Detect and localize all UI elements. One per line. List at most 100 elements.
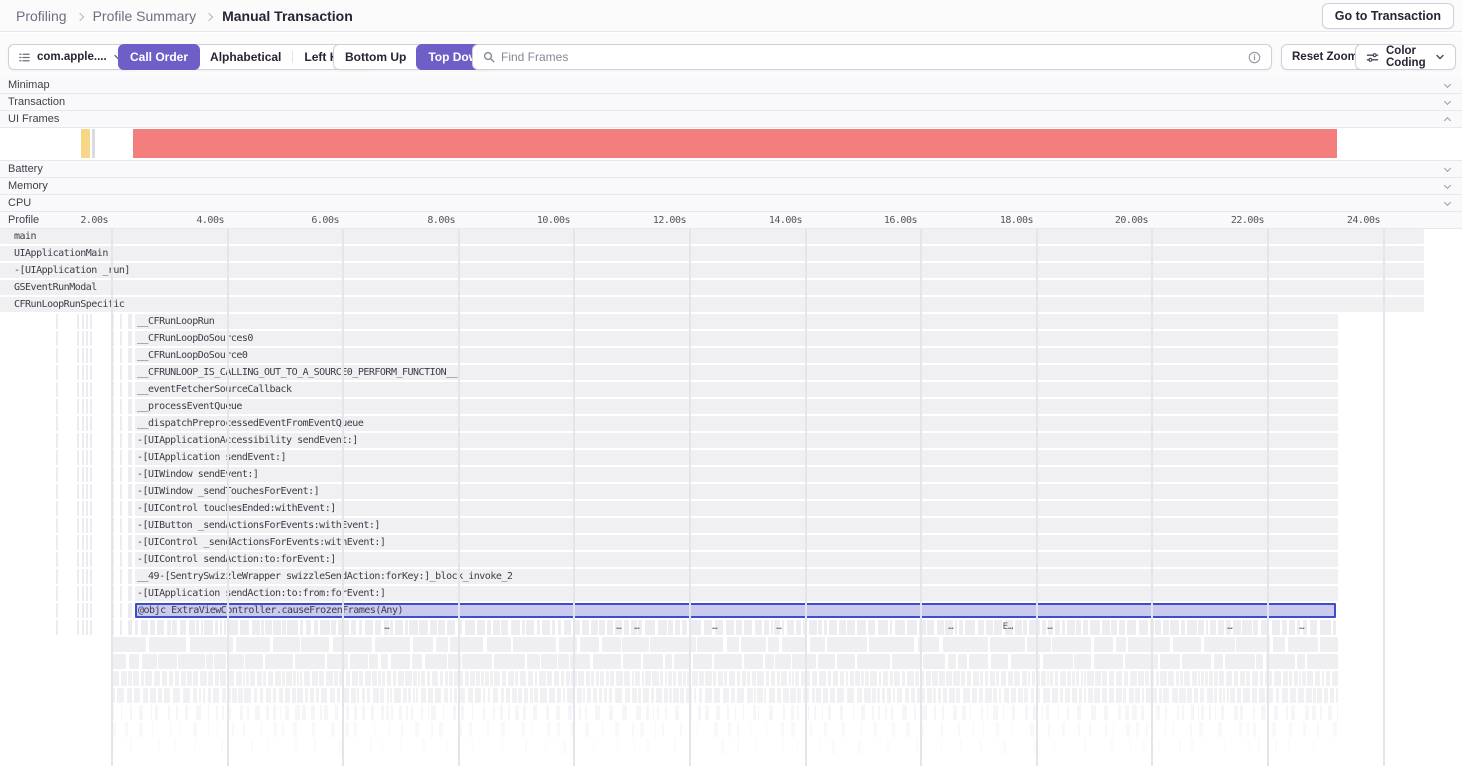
flame-frame-small[interactable] bbox=[1141, 705, 1144, 720]
flame-frame-small[interactable] bbox=[133, 671, 139, 686]
flame-frame-small[interactable] bbox=[602, 637, 621, 652]
flame-frame-small[interactable] bbox=[189, 620, 195, 635]
flame-frame-small[interactable] bbox=[324, 705, 328, 720]
flame-frame-small[interactable] bbox=[665, 654, 672, 669]
flame-frame-small[interactable] bbox=[829, 620, 837, 635]
flame-frame-small[interactable] bbox=[895, 620, 905, 635]
flame-frame-small[interactable] bbox=[121, 705, 122, 720]
flame-frame-small[interactable] bbox=[832, 739, 835, 754]
flame-frame-small[interactable] bbox=[469, 722, 472, 737]
section-transaction[interactable]: Transaction bbox=[0, 94, 1462, 111]
flame-frame-small[interactable] bbox=[187, 671, 192, 686]
flame-frame-small[interactable] bbox=[878, 620, 888, 635]
flame-frame-small[interactable] bbox=[1078, 722, 1080, 737]
flame-frame-small[interactable] bbox=[1116, 671, 1122, 686]
flame-frame-small[interactable] bbox=[173, 688, 180, 703]
flame-frame-small[interactable] bbox=[615, 722, 619, 737]
flame-frame-small[interactable] bbox=[1065, 688, 1070, 703]
flame-frame-small[interactable] bbox=[828, 705, 831, 720]
flame-frame-small[interactable] bbox=[766, 722, 767, 737]
flame-frame-small[interactable] bbox=[1116, 688, 1122, 703]
flame-frame-small[interactable] bbox=[545, 739, 546, 754]
flame-frame[interactable]: -[UIControl touchesEnded:withEvent:] bbox=[135, 501, 1338, 516]
flame-frame-small[interactable] bbox=[622, 637, 649, 652]
flame-frame-small[interactable] bbox=[282, 620, 286, 635]
flame-frame-small[interactable] bbox=[872, 688, 876, 703]
flame-frame-small[interactable] bbox=[391, 654, 410, 669]
flame-frame-small[interactable] bbox=[1072, 671, 1075, 686]
flame-frame-small[interactable] bbox=[824, 620, 827, 635]
flame-frame-small[interactable] bbox=[846, 671, 848, 686]
flame-frame-small[interactable] bbox=[632, 688, 637, 703]
flame-frame-small[interactable] bbox=[1276, 688, 1279, 703]
flame-frame-small[interactable] bbox=[238, 688, 243, 703]
flame-frame-small[interactable] bbox=[737, 688, 744, 703]
flame-frame-small[interactable] bbox=[112, 637, 146, 652]
flame-frame-small[interactable] bbox=[1067, 705, 1069, 720]
direction-bottom-up[interactable]: Bottom Up bbox=[334, 45, 417, 69]
flame-frame-small[interactable] bbox=[840, 671, 844, 686]
flame-frame-small[interactable] bbox=[558, 620, 561, 635]
flame-frame-small[interactable] bbox=[1126, 722, 1130, 737]
flame-frame-small[interactable] bbox=[1153, 688, 1157, 703]
flame-frame-small[interactable] bbox=[151, 705, 152, 720]
flame-frame-small[interactable] bbox=[222, 705, 224, 720]
flame-frame-small[interactable] bbox=[320, 620, 330, 635]
flame-frame-small[interactable] bbox=[902, 705, 907, 720]
flame-frame-small[interactable] bbox=[243, 671, 245, 686]
flame-frame-small[interactable] bbox=[737, 722, 739, 737]
flame-frame-small[interactable] bbox=[1179, 688, 1186, 703]
flame-frame-small[interactable] bbox=[194, 739, 195, 754]
flame-frame-small[interactable] bbox=[872, 705, 874, 720]
flame-frame-small[interactable] bbox=[515, 705, 519, 720]
flame-frame-small[interactable] bbox=[1198, 620, 1204, 635]
flame-frame-small[interactable] bbox=[1077, 705, 1081, 720]
flame-frame-small[interactable] bbox=[1172, 688, 1178, 703]
flame-frame-small[interactable] bbox=[1219, 671, 1224, 686]
flame-frame-small[interactable] bbox=[413, 688, 415, 703]
flame-frame-small[interactable] bbox=[1322, 671, 1324, 686]
flame-frame-small[interactable] bbox=[1160, 671, 1167, 686]
flame-frame-small[interactable] bbox=[268, 739, 269, 754]
flame-frame-small[interactable] bbox=[1253, 722, 1256, 737]
flame-frame-small[interactable] bbox=[922, 705, 927, 720]
flame-frame-small[interactable] bbox=[994, 620, 1002, 635]
flame-frame-small[interactable] bbox=[382, 671, 385, 686]
flame-frame-small[interactable] bbox=[460, 671, 463, 686]
flame-frame-small[interactable] bbox=[741, 637, 766, 652]
flame-frame-small[interactable] bbox=[1125, 705, 1129, 720]
flame-frame-small[interactable] bbox=[941, 722, 943, 737]
flame-frame-small[interactable] bbox=[697, 722, 698, 737]
flame-frame-small[interactable] bbox=[1027, 637, 1051, 652]
flame-frame-small[interactable] bbox=[1109, 671, 1114, 686]
flame-frame-small[interactable] bbox=[769, 688, 775, 703]
flame-frame-small[interactable] bbox=[506, 688, 510, 703]
flame-frame-small[interactable] bbox=[787, 620, 794, 635]
flame-frame-small[interactable] bbox=[690, 620, 701, 635]
flame-frame-small[interactable] bbox=[960, 739, 962, 754]
flame-frame-small[interactable] bbox=[1060, 671, 1066, 686]
flame-frame-small[interactable] bbox=[1052, 688, 1058, 703]
flame-frame-small[interactable] bbox=[468, 688, 473, 703]
flame-frame-small[interactable] bbox=[220, 671, 226, 686]
flame-frame-small[interactable] bbox=[1240, 671, 1245, 686]
flame-frame-small[interactable] bbox=[1206, 620, 1208, 635]
flame-frame-small[interactable] bbox=[958, 654, 967, 669]
flame-frame-small[interactable] bbox=[436, 637, 448, 652]
flame-frame-small[interactable] bbox=[1218, 620, 1224, 635]
flame-frame-small[interactable] bbox=[439, 722, 443, 737]
collapse-chevron-icon[interactable] bbox=[1444, 165, 1451, 172]
flame-frame-small[interactable] bbox=[461, 705, 464, 720]
flame-frame-small[interactable] bbox=[985, 688, 992, 703]
flame-frame-small[interactable] bbox=[1182, 654, 1211, 669]
flame-frame-small[interactable] bbox=[962, 705, 966, 720]
flame-frame-small[interactable] bbox=[660, 671, 663, 686]
flame-frame-small[interactable] bbox=[300, 620, 303, 635]
flame-frame-small[interactable] bbox=[533, 705, 537, 720]
flame-frame-small[interactable] bbox=[487, 620, 491, 635]
flame-frame-small[interactable] bbox=[236, 637, 270, 652]
flame-frame-small[interactable] bbox=[757, 671, 764, 686]
flame-frame-small[interactable] bbox=[1224, 739, 1225, 754]
flame-frame-small[interactable] bbox=[387, 688, 389, 703]
flame-frame-small[interactable] bbox=[1143, 739, 1145, 754]
